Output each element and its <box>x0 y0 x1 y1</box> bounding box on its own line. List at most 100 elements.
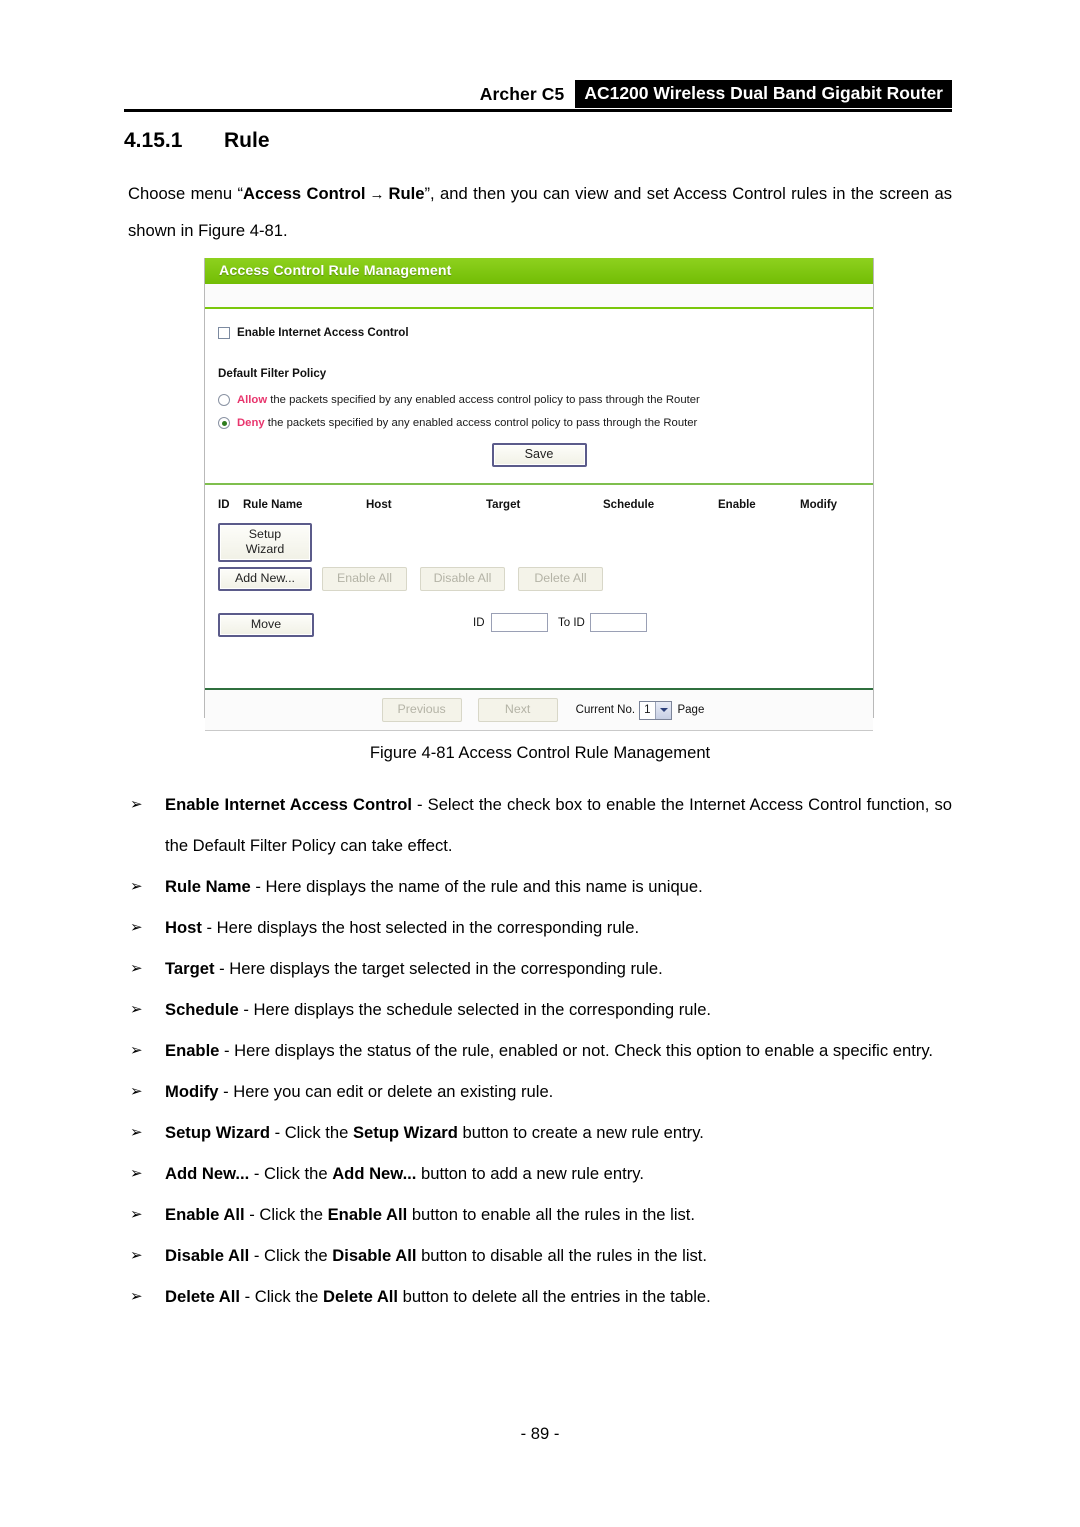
header-divider <box>124 109 952 112</box>
intro-prefix: Choose menu “ <box>128 184 244 203</box>
list-item-text-before: - Click the <box>249 1246 333 1265</box>
policy-allow-description: the packets specified by any enabled acc… <box>267 394 700 406</box>
list-item: ➢ Target - Here displays the target sele… <box>128 948 952 989</box>
list-item: ➢ Rule Name - Here displays the name of … <box>128 866 952 907</box>
list-item-term-2: Add New... <box>332 1164 417 1183</box>
intro-menu-leaf: Rule <box>388 184 425 203</box>
setup-wizard-button[interactable]: Setup Wizard <box>218 523 312 562</box>
move-id-label: ID <box>473 617 485 630</box>
policy-deny-row[interactable]: Deny the packets specified by any enable… <box>218 417 860 429</box>
list-item-text-before: - Click the <box>240 1287 324 1306</box>
list-item-text: - Here displays the schedule selected in… <box>238 1000 712 1019</box>
policy-deny-radio[interactable] <box>218 417 230 429</box>
section-heading: 4.15.1 Rule <box>124 129 270 153</box>
save-button[interactable]: Save <box>491 443 587 468</box>
policy-deny-description: the packets specified by any enabled acc… <box>264 417 698 429</box>
column-header-modify: Modify <box>800 499 838 512</box>
policy-allow-radio[interactable] <box>218 394 230 406</box>
policy-deny-keyword: Deny <box>237 417 265 429</box>
panel-title: Access Control Rule Management <box>219 263 452 279</box>
chevron-down-icon[interactable] <box>655 701 672 719</box>
menu-arrow-icon: → <box>369 186 385 203</box>
list-item-term: Delete All <box>165 1287 241 1306</box>
list-item-text-after: button to delete all the entries in the … <box>398 1287 711 1306</box>
figure-caption: Figure 4-81 Access Control Rule Manageme… <box>369 743 711 762</box>
list-item: ➢ Schedule - Here displays the schedule … <box>128 989 952 1030</box>
bullet-arrow-icon: ➢ <box>130 1124 143 1141</box>
setup-wizard-row: Setup Wizard <box>218 523 860 562</box>
move-to-id-label: To ID <box>558 617 585 630</box>
list-item-term: Schedule <box>165 1000 239 1019</box>
bullet-arrow-icon: ➢ <box>130 1001 143 1018</box>
page-number-footer: - 89 - <box>520 1424 560 1443</box>
section-title: Rule <box>224 129 270 152</box>
previous-page-button[interactable]: Previous <box>381 698 462 722</box>
list-item-text: - Here you can edit or delete an existin… <box>218 1082 554 1101</box>
list-item-text: - Here displays the host selected in the… <box>201 918 640 937</box>
bullet-arrow-icon: ➢ <box>130 919 143 936</box>
list-item-term: Enable <box>165 1041 220 1060</box>
list-item-text: - Here displays the target selected in t… <box>214 959 663 978</box>
list-item-text-after: button to enable all the rules in the li… <box>407 1205 696 1224</box>
policy-deny-text: Deny the packets specified by any enable… <box>237 417 697 429</box>
current-page-label: Current No. <box>575 704 636 716</box>
list-item-text: - Here displays the name of the rule and… <box>250 877 703 896</box>
add-new-button[interactable]: Add New... <box>218 567 312 591</box>
list-item-term: Host <box>165 918 202 937</box>
list-item: ➢ Enable - Here displays the status of t… <box>128 1030 952 1071</box>
bullet-arrow-icon: ➢ <box>130 1206 143 1223</box>
panel-titlebar: Access Control Rule Management <box>205 258 873 284</box>
router-ui-screenshot: Access Control Rule Management Enable In… <box>204 258 874 731</box>
list-item: ➢ Delete All - Click the Delete All butt… <box>128 1276 952 1317</box>
list-item-term: Modify <box>165 1082 219 1101</box>
router-model: Archer C5 <box>479 83 565 104</box>
list-item-term: Rule Name <box>165 877 251 896</box>
bullet-arrow-icon: ➢ <box>130 960 143 977</box>
list-item-term-2: Enable All <box>327 1205 408 1224</box>
list-item-term: Setup Wizard <box>165 1123 270 1142</box>
list-item-text-before: - Click the <box>249 1164 333 1183</box>
list-item-text: - Here displays the status of the rule, … <box>219 1041 934 1060</box>
move-to-id-input[interactable] <box>590 613 647 633</box>
list-item-term: Enable All <box>165 1205 245 1224</box>
panel-body: Enable Internet Access Control Default F… <box>205 326 873 731</box>
list-item-term-2: Delete All <box>323 1287 399 1306</box>
list-item-text-before: - Click the <box>269 1123 353 1142</box>
policy-allow-row[interactable]: Allow the packets specified by any enabl… <box>218 394 860 406</box>
move-button[interactable]: Move <box>218 613 314 637</box>
bullet-arrow-icon: ➢ <box>130 1247 143 1264</box>
pagination-bar: Previous Next Current No. 1 Page <box>205 688 873 731</box>
list-item: ➢ Enable All - Click the Enable All butt… <box>128 1194 952 1235</box>
list-item-text-after: button to add a new rule entry. <box>416 1164 644 1183</box>
move-row: Move ID To ID <box>218 613 860 639</box>
panel-subbar <box>205 284 873 309</box>
list-item-term: Disable All <box>165 1246 250 1265</box>
description-list: ➢ Enable Internet Access Control - Selec… <box>128 784 952 1317</box>
column-header-rule-name: Rule Name <box>243 499 303 512</box>
next-page-button[interactable]: Next <box>477 698 558 722</box>
enable-internet-access-control-checkbox[interactable] <box>218 326 230 339</box>
page-number-select[interactable]: 1 <box>639 700 673 720</box>
disable-all-button[interactable]: Disable All <box>420 567 505 591</box>
page-number-value: 1 <box>644 704 651 716</box>
enable-internet-access-control-row[interactable]: Enable Internet Access Control <box>218 326 860 339</box>
rules-table-header: ID Rule Name Host Target Schedule Enable… <box>218 499 860 521</box>
column-header-target: Target <box>486 499 521 512</box>
list-item: ➢ Host - Here displays the host selected… <box>128 907 952 948</box>
list-item-term-2: Setup Wizard <box>352 1123 458 1142</box>
enable-all-button[interactable]: Enable All <box>322 567 407 591</box>
page-suffix-label: Page <box>677 704 705 716</box>
list-item-term: Target <box>165 959 215 978</box>
delete-all-button[interactable]: Delete All <box>518 567 603 591</box>
list-item-text-after: button to disable all the rules in the l… <box>416 1246 708 1265</box>
list-item: ➢ Enable Internet Access Control - Selec… <box>128 784 952 866</box>
list-item-term: Enable Internet Access Control <box>165 795 412 814</box>
move-id-input[interactable] <box>491 613 548 633</box>
router-product-name: AC1200 Wireless Dual Band Gigabit Router <box>575 80 952 108</box>
enable-internet-access-control-label: Enable Internet Access Control <box>237 326 409 339</box>
save-button-row: Save <box>218 443 860 468</box>
bullet-arrow-icon: ➢ <box>130 1042 143 1059</box>
list-item: ➢ Disable All - Click the Disable All bu… <box>128 1235 952 1276</box>
bullet-arrow-icon: ➢ <box>130 1165 143 1182</box>
column-header-schedule: Schedule <box>603 499 655 512</box>
